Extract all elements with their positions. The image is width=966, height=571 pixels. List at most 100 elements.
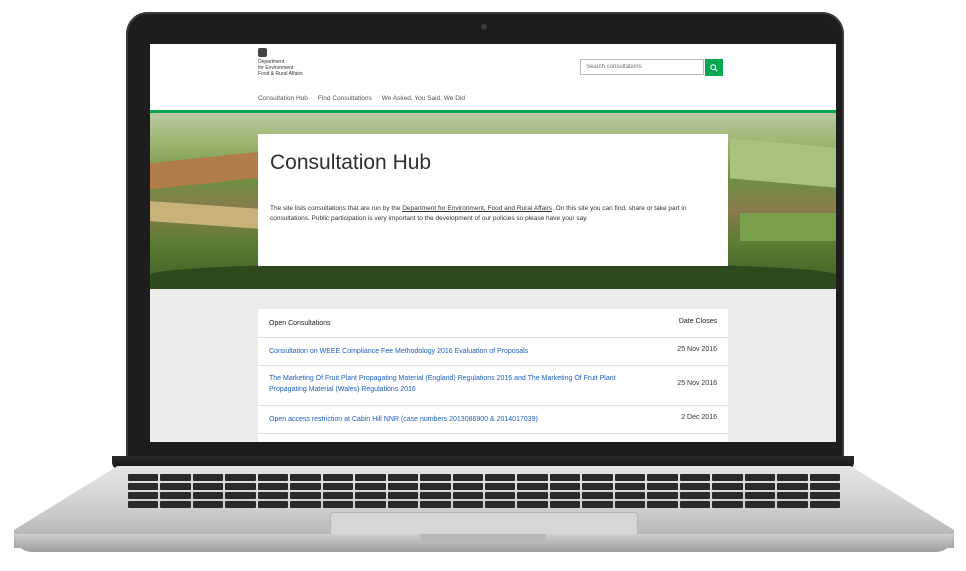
close-date: 2 Dec 2016 bbox=[681, 414, 717, 421]
keyboard-key bbox=[777, 483, 808, 490]
keyboard-key bbox=[517, 492, 548, 499]
content-area: Open Consultations Date Closes Consultat… bbox=[150, 289, 836, 442]
keyboard-key bbox=[485, 501, 516, 508]
keyboard-key bbox=[192, 483, 224, 490]
keyboard-key bbox=[420, 501, 451, 508]
keyboard-key bbox=[225, 474, 256, 481]
column-header-title: Open Consultations bbox=[269, 320, 331, 327]
search-button[interactable] bbox=[705, 59, 723, 76]
keyboard-key bbox=[290, 501, 321, 508]
keyboard-key bbox=[322, 501, 354, 508]
keyboard-key bbox=[355, 501, 386, 508]
keyboard-key bbox=[257, 501, 289, 508]
screen: Department for Environment Food & Rural … bbox=[150, 44, 836, 442]
keyboard-key bbox=[290, 474, 321, 481]
keyboard-key bbox=[128, 483, 159, 490]
keyboard-key bbox=[647, 474, 678, 481]
keyboard-key bbox=[420, 492, 451, 499]
nav-item-find-consultations[interactable]: Find Consultations bbox=[318, 95, 372, 102]
keyboard-key bbox=[647, 501, 678, 508]
defra-link[interactable]: Department for Environment, Food and Rur… bbox=[402, 205, 552, 212]
keyboard-key bbox=[128, 492, 159, 499]
keyboard bbox=[128, 474, 840, 510]
keyboard-key bbox=[712, 483, 743, 490]
keyboard-key bbox=[485, 474, 516, 481]
intro-text: The site lists consultations that are ru… bbox=[270, 204, 718, 224]
table-row: Open access restriction at Cabin Hill NN… bbox=[258, 405, 728, 434]
keyboard-key bbox=[809, 483, 840, 490]
landscape-trees bbox=[150, 263, 836, 289]
consultation-link[interactable]: Open access restriction at Cabin Hill NN… bbox=[269, 414, 639, 425]
keyboard-key bbox=[192, 492, 224, 499]
main-nav: Consultation Hub Find Consultations We A… bbox=[258, 95, 465, 102]
intro-text-start: The site lists consultations that are ru… bbox=[270, 205, 403, 212]
keyboard-key bbox=[712, 501, 743, 508]
keyboard-key bbox=[128, 474, 159, 481]
keyboard-key bbox=[322, 474, 354, 481]
keyboard-key bbox=[712, 492, 743, 499]
keyboard-key bbox=[355, 474, 386, 481]
keyboard-key bbox=[614, 501, 646, 508]
defra-logo[interactable]: Department for Environment Food & Rural … bbox=[258, 48, 328, 77]
keyboard-key bbox=[582, 483, 613, 490]
keyboard-key bbox=[387, 492, 419, 499]
consultations-table: Open Consultations Date Closes Consultat… bbox=[258, 309, 728, 442]
hero-banner: Consultation Hub The site lists consulta… bbox=[150, 113, 836, 289]
keyboard-key bbox=[485, 492, 516, 499]
keyboard-key bbox=[549, 474, 581, 481]
keyboard-key bbox=[549, 483, 581, 490]
keyboard-key bbox=[679, 501, 711, 508]
search-icon bbox=[710, 63, 718, 72]
search-box bbox=[580, 59, 726, 77]
keyboard-key bbox=[322, 492, 354, 499]
keyboard-key bbox=[452, 501, 483, 508]
keyboard-key bbox=[614, 492, 646, 499]
keyboard-key bbox=[744, 483, 776, 490]
keyboard-key bbox=[225, 483, 256, 490]
keyboard-key bbox=[744, 492, 776, 499]
landscape-field bbox=[150, 201, 260, 229]
keyboard-key bbox=[777, 474, 808, 481]
nav-item-consultation-hub[interactable]: Consultation Hub bbox=[258, 95, 308, 102]
crest-icon bbox=[258, 48, 267, 57]
nav-item-we-asked[interactable]: We Asked, You Said, We Did bbox=[382, 95, 465, 102]
keyboard-key bbox=[809, 501, 840, 508]
keyboard-key bbox=[679, 492, 711, 499]
keyboard-key bbox=[679, 483, 711, 490]
search-input[interactable] bbox=[580, 59, 704, 75]
keyboard-key bbox=[614, 483, 646, 490]
close-date: 25 Nov 2016 bbox=[677, 380, 717, 387]
keyboard-key bbox=[387, 483, 419, 490]
keyboard-key bbox=[160, 501, 191, 508]
consultation-link[interactable]: Consultation on WEEE Compliance Fee Meth… bbox=[269, 346, 629, 357]
keyboard-key bbox=[517, 483, 548, 490]
keyboard-key bbox=[614, 474, 646, 481]
camera-icon bbox=[481, 24, 487, 30]
keyboard-key bbox=[777, 492, 808, 499]
keyboard-key bbox=[160, 474, 191, 481]
keyboard-key bbox=[257, 474, 289, 481]
landscape-field bbox=[740, 213, 836, 241]
column-header-date: Date Closes bbox=[678, 318, 717, 325]
table-header: Open Consultations Date Closes bbox=[258, 309, 728, 338]
keyboard-key bbox=[355, 492, 386, 499]
keyboard-key bbox=[257, 483, 289, 490]
keyboard-key bbox=[549, 492, 581, 499]
keyboard-key bbox=[290, 483, 321, 490]
page-title: Consultation Hub bbox=[270, 151, 432, 174]
keyboard-key bbox=[452, 492, 483, 499]
keyboard-key bbox=[290, 492, 321, 499]
keyboard-key bbox=[387, 501, 419, 508]
keyboard-key bbox=[257, 492, 289, 499]
consultation-link[interactable]: The Marketing Of Fruit Plant Propagating… bbox=[269, 373, 639, 395]
keyboard-key bbox=[387, 474, 419, 481]
keyboard-key bbox=[420, 483, 451, 490]
keyboard-key bbox=[809, 474, 840, 481]
site-header: Department for Environment Food & Rural … bbox=[150, 44, 836, 110]
keyboard-key bbox=[485, 483, 516, 490]
table-row: Consultation on WEEE Compliance Fee Meth… bbox=[258, 337, 728, 366]
laptop-notch bbox=[420, 534, 546, 544]
hero-card: Consultation Hub The site lists consulta… bbox=[258, 134, 728, 266]
keyboard-key bbox=[322, 483, 354, 490]
keyboard-key bbox=[712, 474, 743, 481]
